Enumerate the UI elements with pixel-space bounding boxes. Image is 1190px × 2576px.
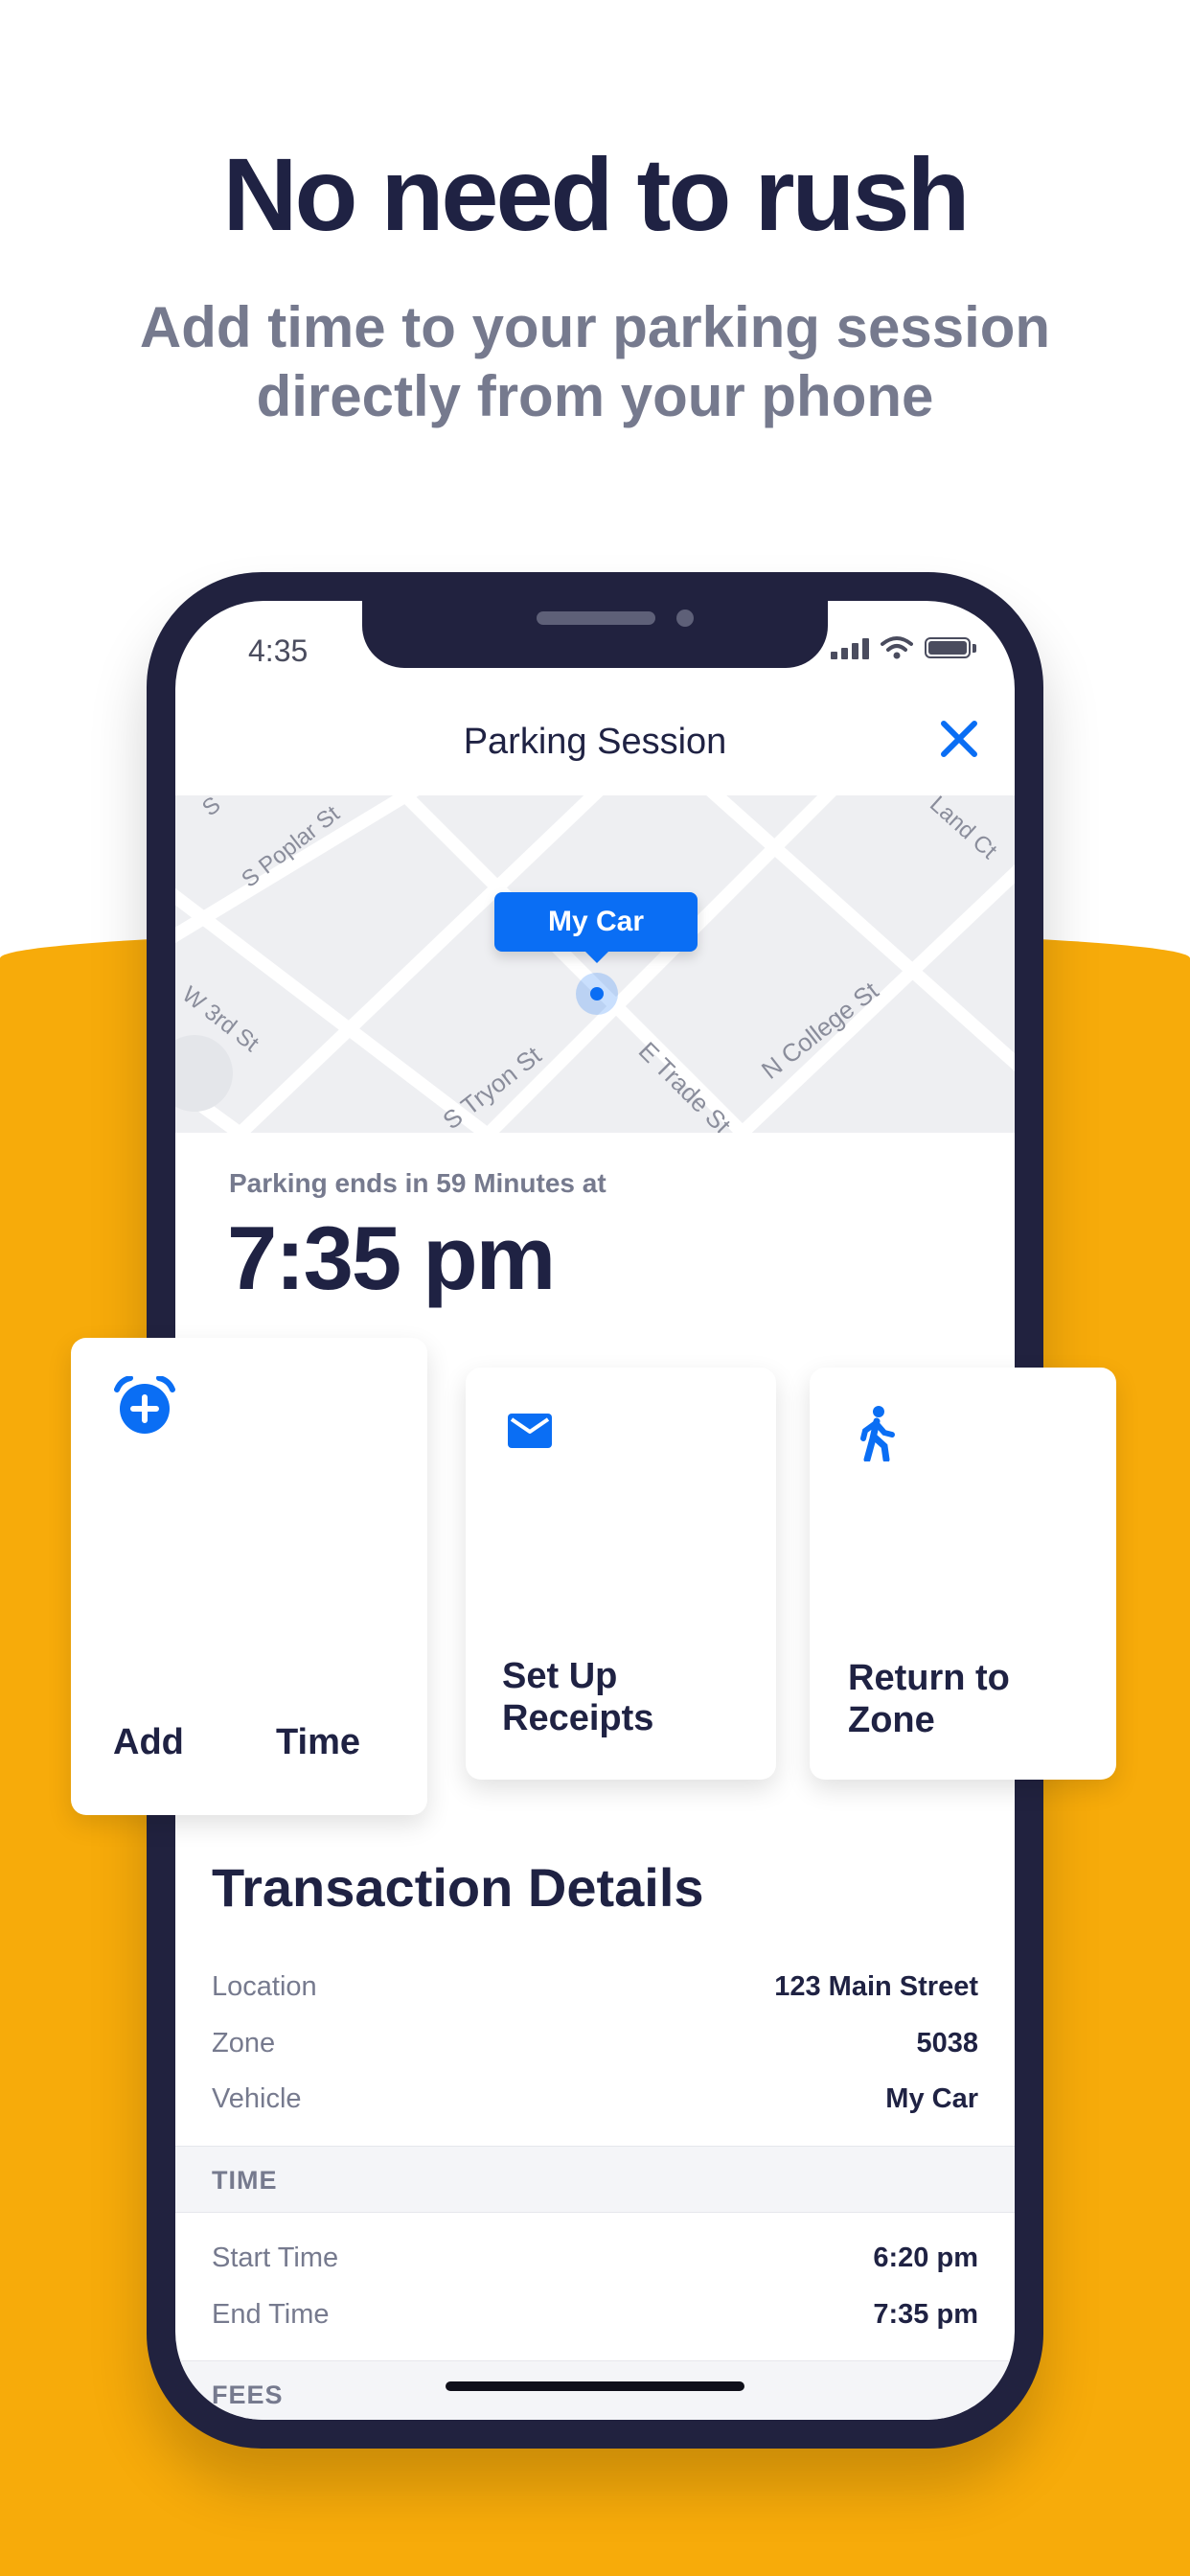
- status-icons: [831, 635, 976, 660]
- detail-key: End Time: [212, 2299, 330, 2330]
- set-up-receipts-card[interactable]: Set Up Receipts: [466, 1368, 776, 1780]
- front-camera: [676, 610, 694, 627]
- cellular-signal-icon: [831, 636, 869, 659]
- detail-row-zone: Zone 5038: [212, 2028, 978, 2059]
- add-time-label-time: Time: [276, 1722, 361, 1762]
- battery-icon: [925, 637, 971, 658]
- detail-value: 7:35 pm: [873, 2299, 978, 2330]
- envelope-icon: [508, 1414, 552, 1453]
- section-label: FEES: [212, 2380, 284, 2409]
- return-to-zone-line1: Return to: [848, 1658, 1010, 1698]
- close-button[interactable]: [930, 710, 988, 768]
- transaction-details-title: Transaction Details: [212, 1857, 704, 1918]
- alarm-add-icon: [113, 1375, 176, 1440]
- promo-headline: No need to rush: [222, 136, 970, 252]
- return-to-zone-card[interactable]: Return to Zone: [810, 1368, 1116, 1780]
- marker-pointer: [584, 950, 610, 963]
- section-label: TIME: [212, 2166, 278, 2195]
- parking-end-time: 7:35 pm: [227, 1208, 556, 1308]
- walking-person-icon: [858, 1406, 896, 1466]
- detail-value: 6:20 pm: [873, 2242, 978, 2273]
- parking-ends-label: Parking ends in 59 Minutes at: [229, 1168, 606, 1198]
- detail-row-location: Location 123 Main Street: [212, 1971, 978, 2003]
- section-header-time: TIME: [175, 2146, 1015, 2213]
- detail-row-start-time: Start Time 6:20 pm: [212, 2242, 978, 2274]
- home-indicator[interactable]: [446, 2381, 744, 2391]
- nav-title: Parking Session: [463, 722, 727, 762]
- return-to-zone-line2: Zone: [848, 1700, 935, 1740]
- add-time-label-add: Add: [113, 1722, 184, 1762]
- detail-value: 123 Main Street: [774, 1971, 978, 2002]
- detail-key: Start Time: [212, 2242, 339, 2273]
- wifi-icon: [881, 636, 913, 659]
- set-up-receipts-line2: Receipts: [502, 1698, 654, 1738]
- car-location-dot: [590, 987, 604, 1000]
- set-up-receipts-line1: Set Up: [502, 1656, 618, 1696]
- add-time-card[interactable]: Add Time: [71, 1338, 427, 1815]
- detail-row-vehicle: Vehicle My Car: [212, 2083, 978, 2115]
- detail-key: Vehicle: [212, 2083, 302, 2114]
- promo-subhead: Add time to your parking session directl…: [139, 295, 1051, 428]
- detail-key: Zone: [212, 2028, 276, 2058]
- car-marker-label[interactable]: My Car: [494, 892, 698, 952]
- map-view[interactable]: S Poplar St W 3rd St S Tryon St E Trade …: [175, 795, 1015, 1133]
- detail-key: Location: [212, 1971, 317, 2002]
- detail-value: 5038: [916, 2028, 978, 2058]
- speaker-grille: [537, 611, 655, 625]
- status-time: 4:35: [248, 633, 309, 668]
- detail-value: My Car: [885, 2083, 978, 2114]
- close-icon: [941, 721, 977, 757]
- detail-row-end-time: End Time 7:35 pm: [212, 2299, 978, 2331]
